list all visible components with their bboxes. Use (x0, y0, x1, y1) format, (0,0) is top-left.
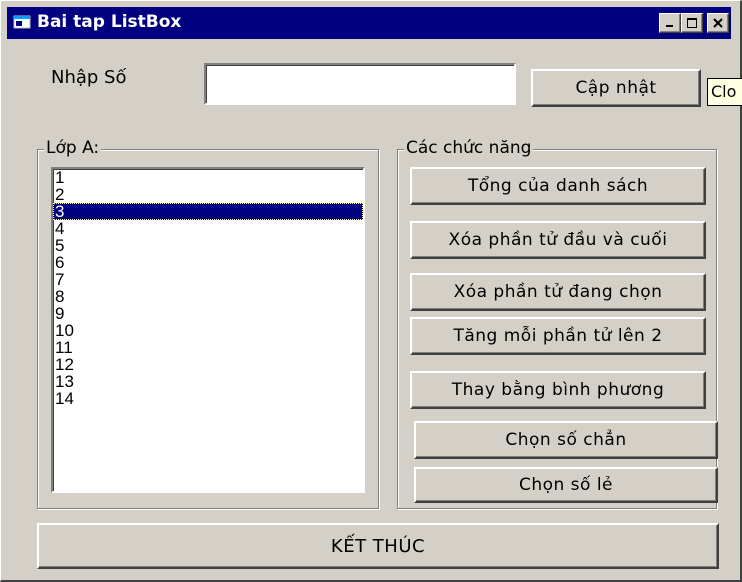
increase-by-two-button[interactable]: Tăng mỗi phần tử lên 2 (410, 317, 706, 355)
delete-selected-button[interactable]: Xóa phần tử đang chọn (410, 273, 706, 311)
number-input-label: Nhập Số (51, 67, 127, 88)
maximize-icon (687, 18, 697, 28)
number-listbox[interactable]: 1 2 3 4 5 6 7 8 9 10 11 12 13 14 (51, 167, 365, 493)
exit-button[interactable]: KẾT THÚC (37, 523, 719, 569)
minimize-button[interactable] (659, 13, 681, 33)
list-item[interactable]: 6 (53, 254, 363, 271)
list-item[interactable]: 14 (53, 390, 363, 407)
minimize-icon (666, 25, 673, 27)
sum-list-button[interactable]: Tổng của danh sách (410, 167, 706, 205)
delete-first-last-button[interactable]: Xóa phần tử đầu và cuối (410, 221, 706, 259)
list-item[interactable]: 13 (53, 373, 363, 390)
list-item[interactable]: 4 (53, 220, 363, 237)
maximize-button[interactable] (681, 13, 703, 33)
close-icon (713, 18, 723, 28)
list-item[interactable]: 2 (53, 186, 363, 203)
select-odd-button[interactable]: Chọn số lẻ (414, 467, 718, 503)
number-input[interactable] (204, 63, 516, 105)
window-title: Bai tap ListBox (37, 12, 182, 32)
list-item[interactable]: 7 (53, 271, 363, 288)
list-item[interactable]: 8 (53, 288, 363, 305)
listbox-items: 1 2 3 4 5 6 7 8 9 10 11 12 13 14 (53, 169, 363, 407)
close-button[interactable] (707, 13, 729, 33)
app-window-icon (13, 15, 31, 29)
title-bar[interactable]: Bai tap ListBox (7, 7, 731, 39)
list-item[interactable]: 9 (53, 305, 363, 322)
square-button[interactable]: Thay bằng bình phương (410, 371, 706, 409)
main-window: Bai tap ListBox Nhập Số Cập nhật Clo Lớp… (0, 0, 742, 582)
list-group-title: Lớp A: (44, 138, 102, 158)
update-button[interactable]: Cập nhật (531, 69, 701, 107)
list-item[interactable]: 1 (53, 169, 363, 186)
list-item[interactable]: 11 (53, 339, 363, 356)
list-item[interactable]: 12 (53, 356, 363, 373)
list-item[interactable]: 5 (53, 237, 363, 254)
select-even-button[interactable]: Chọn số chẳn (414, 421, 718, 459)
functions-group-title: Các chức năng (404, 138, 534, 158)
tooltip: Clo (707, 78, 742, 106)
list-item[interactable]: 10 (53, 322, 363, 339)
list-item[interactable]: 3 (53, 203, 363, 220)
